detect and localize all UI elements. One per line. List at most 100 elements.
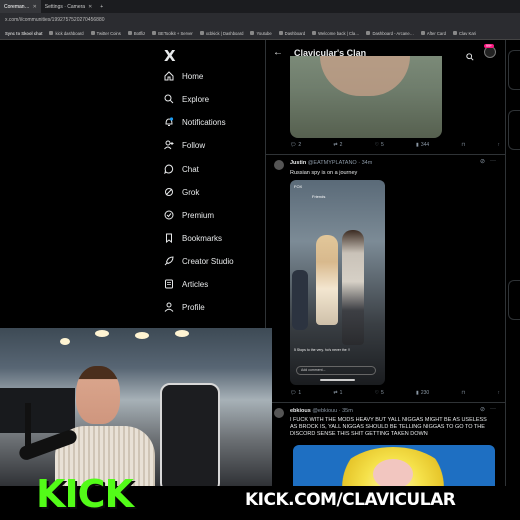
repost-count: 2 bbox=[339, 142, 343, 148]
author-handle[interactable]: @ebkiouu bbox=[312, 408, 337, 414]
bookmark-favicon-icon bbox=[312, 31, 317, 35]
reply-icon: 💬︎ bbox=[290, 142, 297, 148]
more-icon[interactable]: ··· bbox=[490, 158, 496, 164]
bookmark-item[interactable]: After Card bbox=[420, 31, 446, 36]
bookmark-favicon-icon bbox=[49, 31, 54, 35]
sidebar-item-label: Notifications bbox=[182, 117, 226, 127]
bookmark-label: Sync to Skool chat bbox=[5, 30, 43, 36]
post-header: ebkious @ebkiouu · 35m bbox=[290, 408, 353, 414]
bookmark-label: Clav Kari bbox=[458, 30, 476, 36]
sidebar-item-label: Creator Studio bbox=[182, 256, 234, 266]
author-name[interactable]: Justin bbox=[290, 160, 306, 166]
bookmark-icon bbox=[164, 233, 174, 243]
bookmark-label: Youtube bbox=[256, 30, 272, 36]
bookmark-item[interactable]: Welcome back | Cla… bbox=[312, 31, 359, 36]
sidebar-item-creator-studio[interactable]: Creator Studio bbox=[164, 256, 234, 266]
new-tab-icon[interactable]: + bbox=[96, 0, 107, 13]
bookmark-item[interactable]: Sync to Skool chat bbox=[5, 31, 42, 36]
sidebar-item-label: Explore bbox=[182, 94, 210, 104]
close-icon[interactable]: ✕ bbox=[88, 4, 92, 10]
sidebar-item-home[interactable]: Home bbox=[164, 71, 203, 81]
author-name[interactable]: ebkious bbox=[290, 408, 311, 414]
sidebar-item-grok[interactable]: Grok bbox=[164, 187, 199, 197]
bookmark-favicon-icon bbox=[278, 31, 283, 35]
premium-icon bbox=[164, 210, 174, 220]
author-handle[interactable]: @EATMYPLATANO bbox=[308, 160, 357, 166]
post-image[interactable] bbox=[290, 56, 442, 138]
reply-button[interactable]: 💬︎ 2 bbox=[290, 142, 301, 148]
repost-count: 1 bbox=[339, 390, 343, 396]
grok-icon[interactable]: ⊘ bbox=[480, 158, 485, 165]
bookmark-item[interactable]: Botfliz bbox=[127, 31, 145, 36]
sidebar-item-explore[interactable]: Explore bbox=[164, 94, 209, 104]
repost-button[interactable]: ⇄ 2 bbox=[333, 142, 342, 148]
right-column-card[interactable] bbox=[508, 280, 520, 320]
bookmark-item[interactable]: xcbkick | Dashboard bbox=[199, 30, 244, 36]
bookmark-label: Dashboard bbox=[284, 30, 306, 36]
views-button[interactable]: ▮ 344 bbox=[416, 142, 429, 148]
close-icon[interactable]: ✕ bbox=[33, 4, 37, 10]
bookmark-label: kick dashboard bbox=[55, 30, 84, 36]
sidebar-item-bookmarks[interactable]: Bookmarks bbox=[164, 233, 222, 243]
video-tab: Friends bbox=[312, 194, 326, 199]
like-count: 5 bbox=[381, 142, 384, 148]
right-column-card[interactable] bbox=[508, 110, 520, 150]
reply-icon: 💬︎ bbox=[290, 390, 297, 396]
bookmark-icon: ⊓ bbox=[461, 142, 466, 148]
address-bar[interactable]: x.com/i/communities/1992757520270456880 bbox=[0, 13, 520, 27]
bookmark-button[interactable]: ⊓ bbox=[461, 390, 465, 396]
post-video[interactable]: FOX Friends 5 Stops to the very. ho's ne… bbox=[290, 180, 385, 385]
browser-tab-active[interactable]: Coreman… ✕ bbox=[0, 0, 41, 13]
share-button[interactable]: ↑ bbox=[498, 390, 501, 396]
x-logo[interactable]: X bbox=[164, 47, 176, 65]
search-icon[interactable] bbox=[466, 48, 474, 66]
sidebar-item-follow[interactable]: Follow bbox=[164, 140, 205, 150]
x-sidebar: X Home Explore Notifications Follow Chat… bbox=[150, 40, 265, 330]
avatar[interactable] bbox=[274, 408, 284, 418]
comment-input[interactable]: Add comment... bbox=[296, 366, 376, 375]
tab-label: Coreman… bbox=[4, 3, 30, 10]
more-icon[interactable]: ··· bbox=[490, 406, 496, 412]
browser-tab[interactable]: Settings · Camera ✕ bbox=[41, 0, 97, 13]
video-caption: 5 Stops to the very. ho's never the !! bbox=[294, 348, 350, 352]
sidebar-item-articles[interactable]: Articles bbox=[164, 279, 208, 289]
post-time[interactable]: 34m bbox=[362, 160, 373, 166]
sidebar-item-chat[interactable]: Chat bbox=[164, 164, 199, 174]
views-button[interactable]: ▮ 230 bbox=[416, 390, 429, 396]
post-image[interactable] bbox=[293, 445, 495, 490]
bookmark-label: xcbkick | Dashboard bbox=[205, 30, 244, 36]
views-count: 344 bbox=[420, 142, 430, 148]
like-count: 5 bbox=[381, 390, 384, 396]
bookmark-item[interactable]: Youtube bbox=[250, 30, 272, 36]
bookmark-item[interactable]: kick dashboard bbox=[49, 30, 84, 36]
bell-icon bbox=[164, 117, 174, 127]
bookmark-item[interactable]: Dashboard - Arcane… bbox=[366, 31, 414, 36]
post-header: Justin @EATMYPLATANO · 34m bbox=[290, 160, 373, 166]
sidebar-item-premium[interactable]: Premium bbox=[164, 210, 214, 220]
bookmark-favicon-icon bbox=[420, 31, 425, 35]
bookmark-item[interactable]: Twitter Coins bbox=[90, 31, 121, 36]
sidebar-item-notifications[interactable]: Notifications bbox=[164, 117, 226, 127]
bookmark-item[interactable]: Clav Kari bbox=[452, 30, 476, 36]
post-text: I FUCK WITH THE MODS HEAVY BUT YALL NIGG… bbox=[290, 417, 487, 437]
bookmark-item[interactable]: Dashboard bbox=[278, 30, 306, 36]
post-actions: 💬︎ 2 ⇄ 2 ♡ 5 ▮ 344 ⊓ ↑ bbox=[290, 142, 500, 148]
reply-button[interactable]: 💬︎ 1 bbox=[290, 390, 301, 396]
sidebar-item-label: Home bbox=[182, 71, 204, 81]
search-icon bbox=[164, 94, 174, 104]
bookmark-label: Welcome back | Cla… bbox=[318, 30, 360, 36]
bookmark-button[interactable]: ⊓ bbox=[461, 142, 465, 148]
right-column-card[interactable] bbox=[508, 50, 520, 90]
post-time[interactable]: 35m bbox=[342, 408, 353, 414]
sidebar-item-profile[interactable]: Profile bbox=[164, 302, 205, 312]
like-button[interactable]: ♡ 5 bbox=[375, 390, 384, 396]
avatar[interactable] bbox=[274, 160, 284, 170]
like-button[interactable]: ♡ 5 bbox=[375, 142, 384, 148]
share-button[interactable]: ↑ bbox=[498, 142, 501, 148]
bookmark-favicon-icon bbox=[152, 31, 157, 35]
back-arrow-icon[interactable]: ← bbox=[273, 47, 283, 58]
grok-icon[interactable]: ⊘ bbox=[480, 406, 485, 413]
repost-button[interactable]: ⇄ 1 bbox=[333, 390, 342, 396]
grok-icon bbox=[164, 187, 174, 197]
bookmark-item[interactable]: BEToolkit + Server bbox=[152, 31, 193, 36]
